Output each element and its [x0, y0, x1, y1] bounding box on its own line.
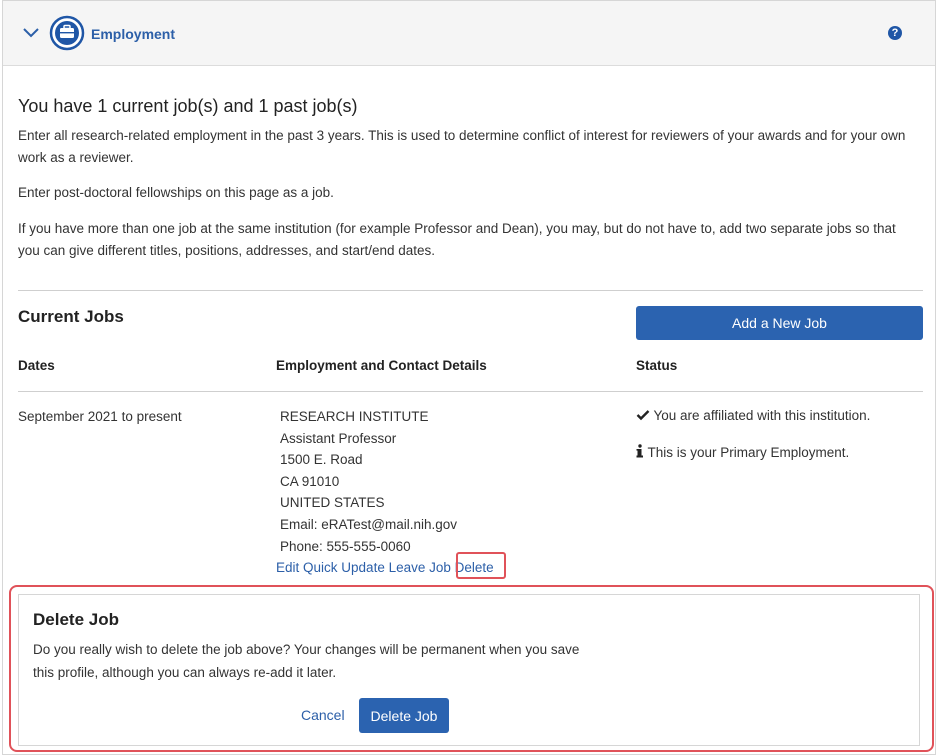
leave-job-link[interactable]: Leave Job — [389, 560, 451, 575]
briefcase-icon — [49, 15, 85, 51]
cancel-button[interactable]: Cancel — [301, 707, 345, 723]
column-header-status: Status — [636, 358, 678, 373]
info-icon — [636, 444, 643, 458]
intro-paragraph: Enter all research-related employment in… — [18, 128, 906, 165]
dialog-title: Delete Job — [33, 610, 119, 629]
job-dates: September 2021 to present — [18, 409, 182, 424]
phone: Phone: 555-555-0060 — [280, 538, 411, 554]
jobs-summary-title: You have 1 current job(s) and 1 past job… — [18, 96, 358, 116]
delete-link-highlight — [456, 552, 506, 579]
chevron-down-icon[interactable] — [21, 25, 41, 41]
check-icon — [636, 410, 650, 421]
delete-job-button[interactable]: Delete Job — [359, 698, 449, 733]
delete-job-dialog: Delete Job Do you really wish to delete … — [18, 594, 920, 746]
country: UNITED STATES — [280, 495, 385, 511]
job-details: RESEARCH INSTITUTE — [280, 406, 429, 428]
column-header-details: Employment and Contact Details — [276, 358, 487, 373]
state-zip: CA 91010 — [280, 473, 340, 489]
quick-update-link[interactable]: Quick Update — [303, 560, 385, 575]
street-address: 1500 E. Road — [280, 452, 363, 468]
multiple-jobs-paragraph: If you have more than one job at the sam… — [18, 221, 896, 258]
add-new-job-button[interactable]: Add a New Job — [636, 306, 923, 340]
column-header-dates: Dates — [18, 358, 55, 373]
current-jobs-title: Current Jobs — [18, 307, 124, 326]
dialog-message: Do you really wish to delete the job abo… — [33, 642, 580, 680]
panel-header[interactable]: Employment ? — [3, 0, 935, 66]
status-affiliation: You are affiliated with this institution… — [636, 408, 870, 423]
job-details-lines: Assistant Professor 1500 E. Road CA 9101… — [280, 428, 457, 558]
institution-name: RESEARCH INSTITUTE — [280, 409, 429, 424]
table-header-divider — [18, 391, 923, 392]
edit-link[interactable]: Edit — [276, 560, 299, 575]
help-icon[interactable]: ? — [888, 26, 902, 40]
section-divider — [18, 290, 923, 291]
job-title: Assistant Professor — [280, 430, 397, 446]
affiliation-text: You are affiliated with this institution… — [653, 408, 871, 423]
postdoc-paragraph: Enter post-doctoral fellowships on this … — [18, 185, 334, 200]
email: Email: eRATest@mail.nih.gov — [280, 516, 458, 532]
status-primary: This is your Primary Employment. — [636, 444, 849, 460]
panel-title[interactable]: Employment — [91, 26, 175, 42]
primary-employment-text: This is your Primary Employment. — [647, 445, 850, 460]
